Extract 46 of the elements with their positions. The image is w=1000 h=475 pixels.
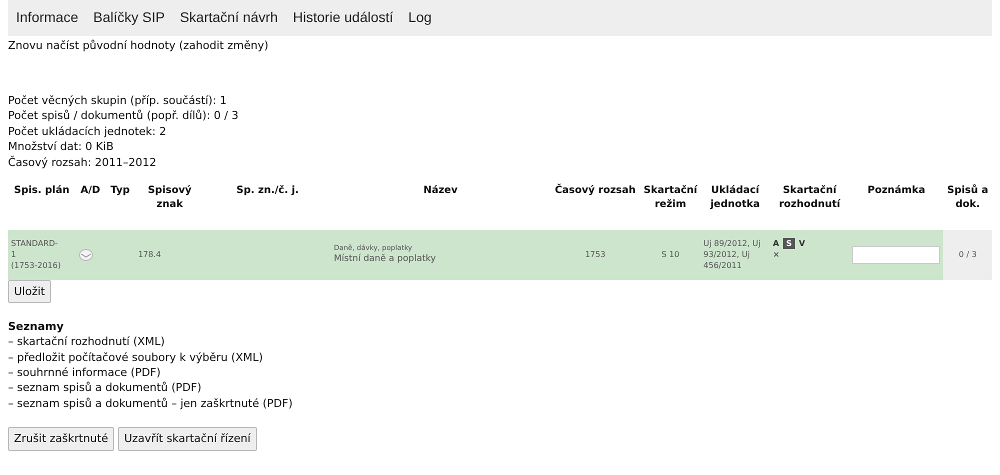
column-header: Skartační rozhodnutí (778, 184, 842, 212)
decision-option[interactable]: S (783, 238, 795, 250)
table-cell-text: S 10 (662, 250, 680, 260)
section-title: Seznamy (8, 318, 65, 334)
table-cell-text: (1753-2016) (11, 260, 62, 272)
table-cell-text: STANDARD- (11, 238, 59, 250)
list-link[interactable]: – předložit počítačové soubory k výběru (XML) (8, 350, 992, 366)
summary-line: Počet věcných skupin (příp. součástí): 1 (8, 92, 228, 108)
action-button[interactable]: Zrušit zaškrtnuté (8, 427, 114, 451)
column-header: Název (422, 184, 459, 198)
decision-option[interactable]: V (798, 238, 806, 250)
table-cell-text: 0 / 3 (958, 250, 977, 260)
column-header: Časový rozsah (554, 184, 637, 198)
column-header: Ukládací jednotka (709, 184, 761, 212)
nav-link-item[interactable]: Informace (16, 8, 78, 28)
list-link[interactable]: – souhrnné informace (PDF) (8, 365, 992, 380)
action-button[interactable]: Uzavřít skartační řízení (118, 427, 257, 451)
summary-line: Počet spisů / dokumentů (popř. dílů): 0 / 3 (8, 108, 240, 124)
list-link[interactable]: – seznam spisů a dokumentů (PDF) (8, 380, 992, 396)
list-link[interactable]: – skartační rozhodnutí (XML) (8, 334, 992, 350)
list-link[interactable]: – seznam spisů a dokumentů – jen zaškrtnuté (PDF) (8, 396, 992, 412)
remove-button[interactable]: × (772, 249, 846, 260)
note-field[interactable] (852, 246, 940, 264)
decision-option[interactable]: A (772, 238, 780, 250)
summary-line: Časový rozsah: 2011–2012 (8, 154, 158, 170)
column-header: Spis. plán (13, 184, 70, 198)
reload-link[interactable]: Znovu načíst původní hodnoty (zahodit změny) (8, 38, 268, 53)
nav-link-item[interactable]: Historie událostí (292, 8, 394, 28)
column-header: A/D (80, 184, 102, 198)
column-header: Sp. zn./č. j. (235, 184, 300, 198)
column-header: Poznámka (866, 184, 926, 198)
column-header: Typ (110, 184, 131, 198)
column-header: Spisů a dok. (946, 184, 990, 212)
column-header: Skartační režim (642, 184, 698, 212)
column-header: Spisový znak (146, 184, 193, 212)
table-cell-text: 1 (11, 249, 18, 260)
table-cell-text: 178.4 (138, 250, 161, 260)
save-button[interactable]: Uložit (8, 280, 51, 303)
table-cell-text: Uj 89/2012, Uj 93/2012, Uj 456/2011 (703, 238, 762, 272)
nav-link-item[interactable]: Skartační návrh (180, 8, 278, 28)
nav-link-item[interactable]: Balíčky SIP (93, 8, 165, 28)
table-cell-text: Místní daně a poplatky (334, 253, 437, 266)
summary-line: Množství dat: 0 KiB (8, 139, 115, 155)
table-cell-text: 1753 (585, 250, 606, 260)
summary-line: Počet ukládacích jednotek: 2 (8, 124, 168, 140)
nav-link-item[interactable]: Log (408, 8, 432, 28)
